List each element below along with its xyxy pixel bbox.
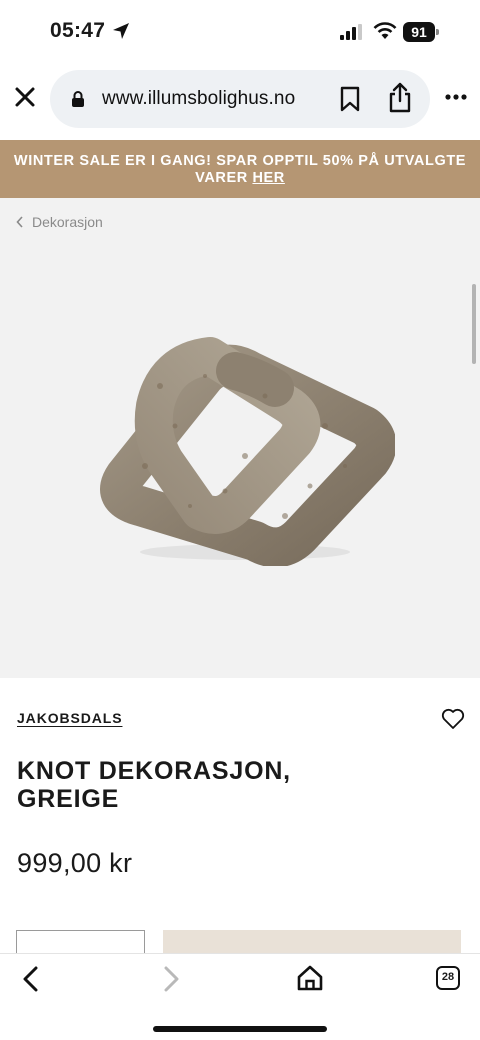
scrollbar[interactable] xyxy=(472,284,476,364)
status-bar: 05:47 91 xyxy=(0,0,480,62)
promo-link[interactable]: HER xyxy=(252,170,284,186)
heart-icon[interactable] xyxy=(440,706,466,732)
more-icon[interactable] xyxy=(444,92,468,102)
home-icon[interactable] xyxy=(296,964,324,992)
battery-icon: 91 xyxy=(403,22,439,42)
chevron-left-icon xyxy=(16,216,23,228)
product-image[interactable] xyxy=(85,316,395,566)
location-arrow-icon xyxy=(113,23,129,39)
close-icon[interactable] xyxy=(12,84,38,110)
lock-icon xyxy=(72,91,84,107)
cellular-signal-icon xyxy=(340,24,362,40)
address-bar[interactable]: www.illumsbolighus.no xyxy=(50,70,430,128)
product-price: 999,00 kr xyxy=(17,848,133,878)
wifi-icon xyxy=(373,22,397,39)
tabs-button[interactable]: 28 xyxy=(436,966,460,990)
back-arrow-icon[interactable] xyxy=(20,966,42,992)
battery-level: 91 xyxy=(403,22,435,42)
home-indicator[interactable] xyxy=(153,1026,327,1032)
browser-toolbar: 28 xyxy=(0,953,480,1040)
share-icon[interactable] xyxy=(387,82,413,114)
promo-text: WINTER SALE ER I GANG! SPAR OPPTIL 50% P… xyxy=(13,153,467,186)
breadcrumb-label: Dekorasjon xyxy=(32,214,103,230)
product-image-area: Dekorasjon xyxy=(0,198,480,678)
forward-arrow-icon[interactable] xyxy=(160,966,182,992)
browser-bar: www.illumsbolighus.no xyxy=(0,62,480,140)
url-text: www.illumsbolighus.no xyxy=(102,88,296,109)
bookmark-icon[interactable] xyxy=(339,86,361,112)
brand-link[interactable]: JAKOBSDALS xyxy=(17,710,122,726)
product-title: KNOT DEKORASJON, GREIGE xyxy=(17,757,291,813)
status-time: 05:47 xyxy=(50,19,106,42)
promo-banner: WINTER SALE ER I GANG! SPAR OPPTIL 50% P… xyxy=(0,140,480,198)
breadcrumb[interactable]: Dekorasjon xyxy=(16,214,103,230)
